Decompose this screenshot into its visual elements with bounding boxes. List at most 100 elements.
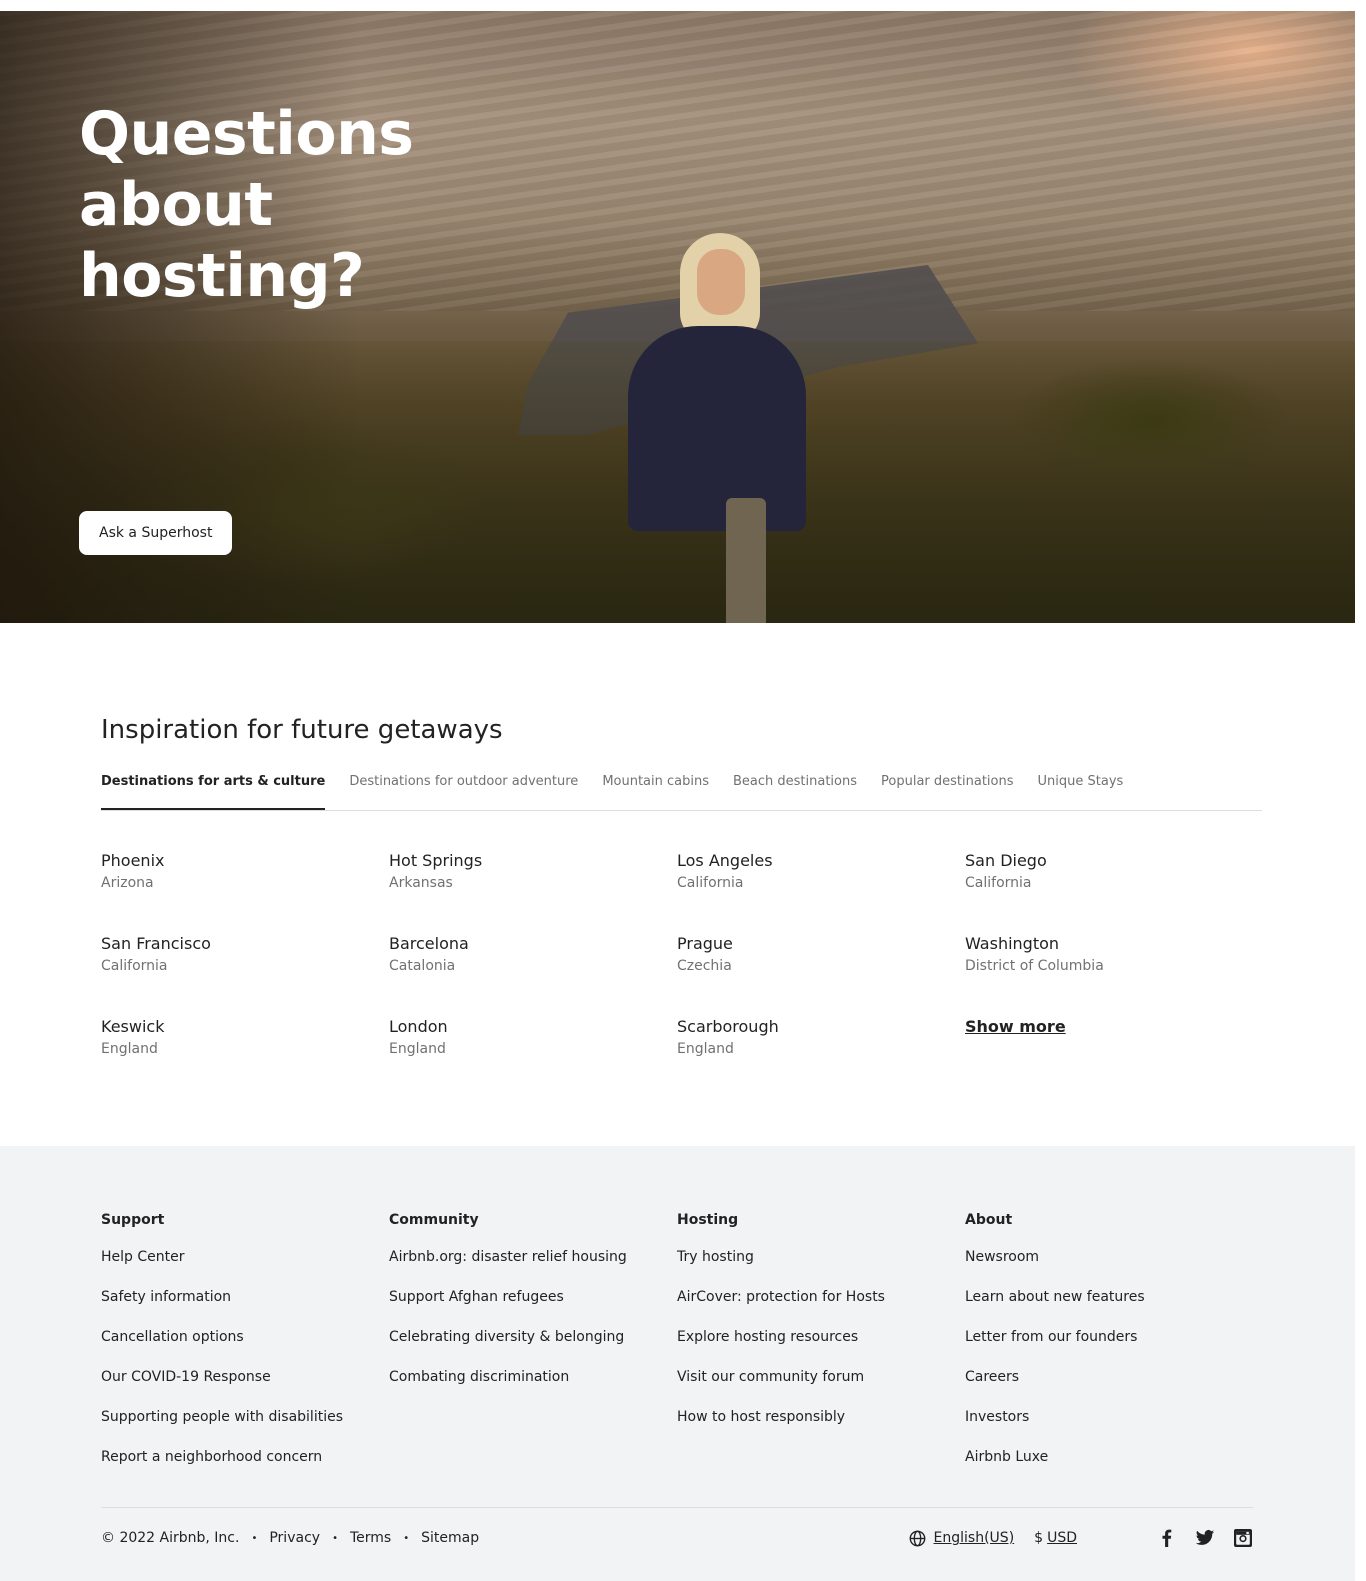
footer-link[interactable]: Learn about new features <box>965 1287 1253 1307</box>
footer-heading: Community <box>389 1212 479 1228</box>
destination-city: London <box>389 1017 448 1036</box>
tab-popular-destinations[interactable]: Popular destinations <box>881 764 1014 808</box>
destination-region: California <box>965 875 1032 891</box>
destination-city: Los Angeles <box>677 851 773 870</box>
destination-city: Scarborough <box>677 1017 779 1036</box>
destination-link[interactable]: Hot Springs Arkansas <box>389 850 677 896</box>
footer-columns: Support Help Center Safety information C… <box>101 1210 1253 1487</box>
destination-city: Phoenix <box>101 851 165 870</box>
separator-dot: • <box>332 1532 338 1544</box>
footer-link[interactable]: Airbnb.org: disaster relief housing <box>389 1247 677 1267</box>
destination-city: Hot Springs <box>389 851 483 870</box>
footer-link[interactable]: Try hosting <box>677 1247 965 1267</box>
destination-link[interactable]: Phoenix Arizona <box>101 850 389 896</box>
footer-link[interactable]: Supporting people with disabilities <box>101 1407 389 1427</box>
destination-link[interactable]: Barcelona Catalonia <box>389 933 677 979</box>
footer-heading: About <box>965 1212 1013 1228</box>
destination-city: San Diego <box>965 851 1047 870</box>
currency-selector[interactable]: $ USD <box>1034 1530 1077 1546</box>
hero-photo-fence-post <box>726 498 766 623</box>
footer-divider <box>101 1507 1253 1508</box>
show-more-cell: Show more <box>965 1016 1253 1062</box>
globe-icon <box>909 1530 926 1547</box>
destination-link[interactable]: San Diego California <box>965 850 1253 896</box>
separator-dot: • <box>403 1532 410 1544</box>
tab-beach-destinations[interactable]: Beach destinations <box>733 764 857 808</box>
currency-symbol: $ <box>1034 1530 1044 1546</box>
footer-column-community: Community Airbnb.org: disaster relief ho… <box>389 1210 677 1487</box>
footer-link[interactable]: Safety information <box>101 1287 389 1307</box>
destination-region: England <box>101 1041 158 1057</box>
separator-dot: • <box>251 1532 258 1544</box>
footer-column-about: About Newsroom Learn about new features … <box>965 1210 1253 1487</box>
destination-region: District of Columbia <box>965 958 1104 974</box>
destination-region: Czechia <box>677 958 732 974</box>
facebook-icon[interactable] <box>1157 1528 1177 1548</box>
privacy-link[interactable]: Privacy <box>269 1530 320 1546</box>
hero-title: Questions about hosting? <box>79 99 414 311</box>
ask-superhost-button[interactable]: Ask a Superhost <box>79 511 233 555</box>
destination-link[interactable]: Los Angeles California <box>677 850 965 896</box>
sitemap-link[interactable]: Sitemap <box>421 1530 479 1546</box>
footer: Support Help Center Safety information C… <box>0 1146 1355 1581</box>
destination-region: Catalonia <box>389 958 456 974</box>
destination-link[interactable]: San Francisco California <box>101 933 389 979</box>
footer-link[interactable]: Letter from our founders <box>965 1327 1253 1347</box>
destination-link[interactable]: Prague Czechia <box>677 933 965 979</box>
destination-region: California <box>101 958 168 974</box>
tab-mountain-cabins[interactable]: Mountain cabins <box>602 764 709 808</box>
destination-city: San Francisco <box>101 934 211 953</box>
language-label: English(US) <box>933 1530 1015 1546</box>
footer-column-support: Support Help Center Safety information C… <box>101 1210 389 1487</box>
footer-column-hosting: Hosting Try hosting AirCover: protection… <box>677 1210 965 1487</box>
hero-photo-person-body <box>628 326 806 531</box>
footer-link[interactable]: Our COVID-19 Response <box>101 1367 389 1387</box>
footer-link[interactable]: Investors <box>965 1407 1253 1427</box>
footer-link[interactable]: Combating discrimination <box>389 1367 677 1387</box>
copyright-text: © 2022 Airbnb, Inc. <box>101 1530 240 1546</box>
tab-arts-culture[interactable]: Destinations for arts & culture <box>101 764 326 810</box>
destination-region: California <box>677 875 744 891</box>
footer-heading: Support <box>101 1212 165 1228</box>
destination-city: Prague <box>677 934 733 953</box>
footer-heading: Hosting <box>677 1212 739 1228</box>
destination-link[interactable]: Keswick England <box>101 1016 389 1062</box>
destination-link[interactable]: Washington District of Columbia <box>965 933 1253 979</box>
currency-label: USD <box>1047 1530 1077 1546</box>
destination-region: England <box>677 1041 734 1057</box>
inspiration-title: Inspiration for future getaways <box>101 715 503 745</box>
footer-link[interactable]: Report a neighborhood concern <box>101 1447 389 1467</box>
destination-link[interactable]: Scarborough England <box>677 1016 965 1062</box>
footer-link[interactable]: Newsroom <box>965 1247 1253 1267</box>
footer-link[interactable]: Cancellation options <box>101 1327 389 1347</box>
footer-link[interactable]: AirCover: protection for Hosts <box>677 1287 965 1307</box>
terms-link[interactable]: Terms <box>350 1530 391 1546</box>
footer-link[interactable]: Visit our community forum <box>677 1367 965 1387</box>
language-selector[interactable]: English(US) <box>909 1530 1015 1547</box>
inspiration-tabs: Destinations for arts & culture Destinat… <box>101 764 1262 811</box>
footer-link[interactable]: Celebrating diversity & belonging <box>389 1327 677 1347</box>
destination-link[interactable]: London England <box>389 1016 677 1062</box>
tab-outdoor-adventure[interactable]: Destinations for outdoor adventure <box>349 764 578 808</box>
destination-region: England <box>389 1041 446 1057</box>
destination-city: Barcelona <box>389 934 469 953</box>
show-more-link[interactable]: Show more <box>965 1016 1253 1038</box>
footer-link[interactable]: Explore hosting resources <box>677 1327 965 1347</box>
tab-unique-stays[interactable]: Unique Stays <box>1038 764 1124 808</box>
destination-city: Washington <box>965 934 1060 953</box>
destination-city: Keswick <box>101 1017 165 1036</box>
destination-grid: Phoenix Arizona Hot Springs Arkansas Los… <box>101 850 1253 1062</box>
hero-photo-person-face <box>697 249 745 315</box>
twitter-icon[interactable] <box>1195 1528 1215 1548</box>
footer-bottom-bar: © 2022 Airbnb, Inc. • Privacy • Terms • … <box>101 1527 1253 1549</box>
footer-settings: English(US) $ USD <box>909 1527 1253 1549</box>
footer-link[interactable]: Help Center <box>101 1247 389 1267</box>
destination-region: Arkansas <box>389 875 453 891</box>
footer-link[interactable]: Airbnb Luxe <box>965 1447 1253 1467</box>
footer-link[interactable]: Support Afghan refugees <box>389 1287 677 1307</box>
instagram-icon[interactable] <box>1233 1528 1253 1548</box>
footer-link[interactable]: How to host responsibly <box>677 1407 965 1427</box>
hero-banner: Questions about hosting? Ask a Superhost <box>0 11 1355 623</box>
footer-link[interactable]: Careers <box>965 1367 1253 1387</box>
destination-region: Arizona <box>101 875 154 891</box>
